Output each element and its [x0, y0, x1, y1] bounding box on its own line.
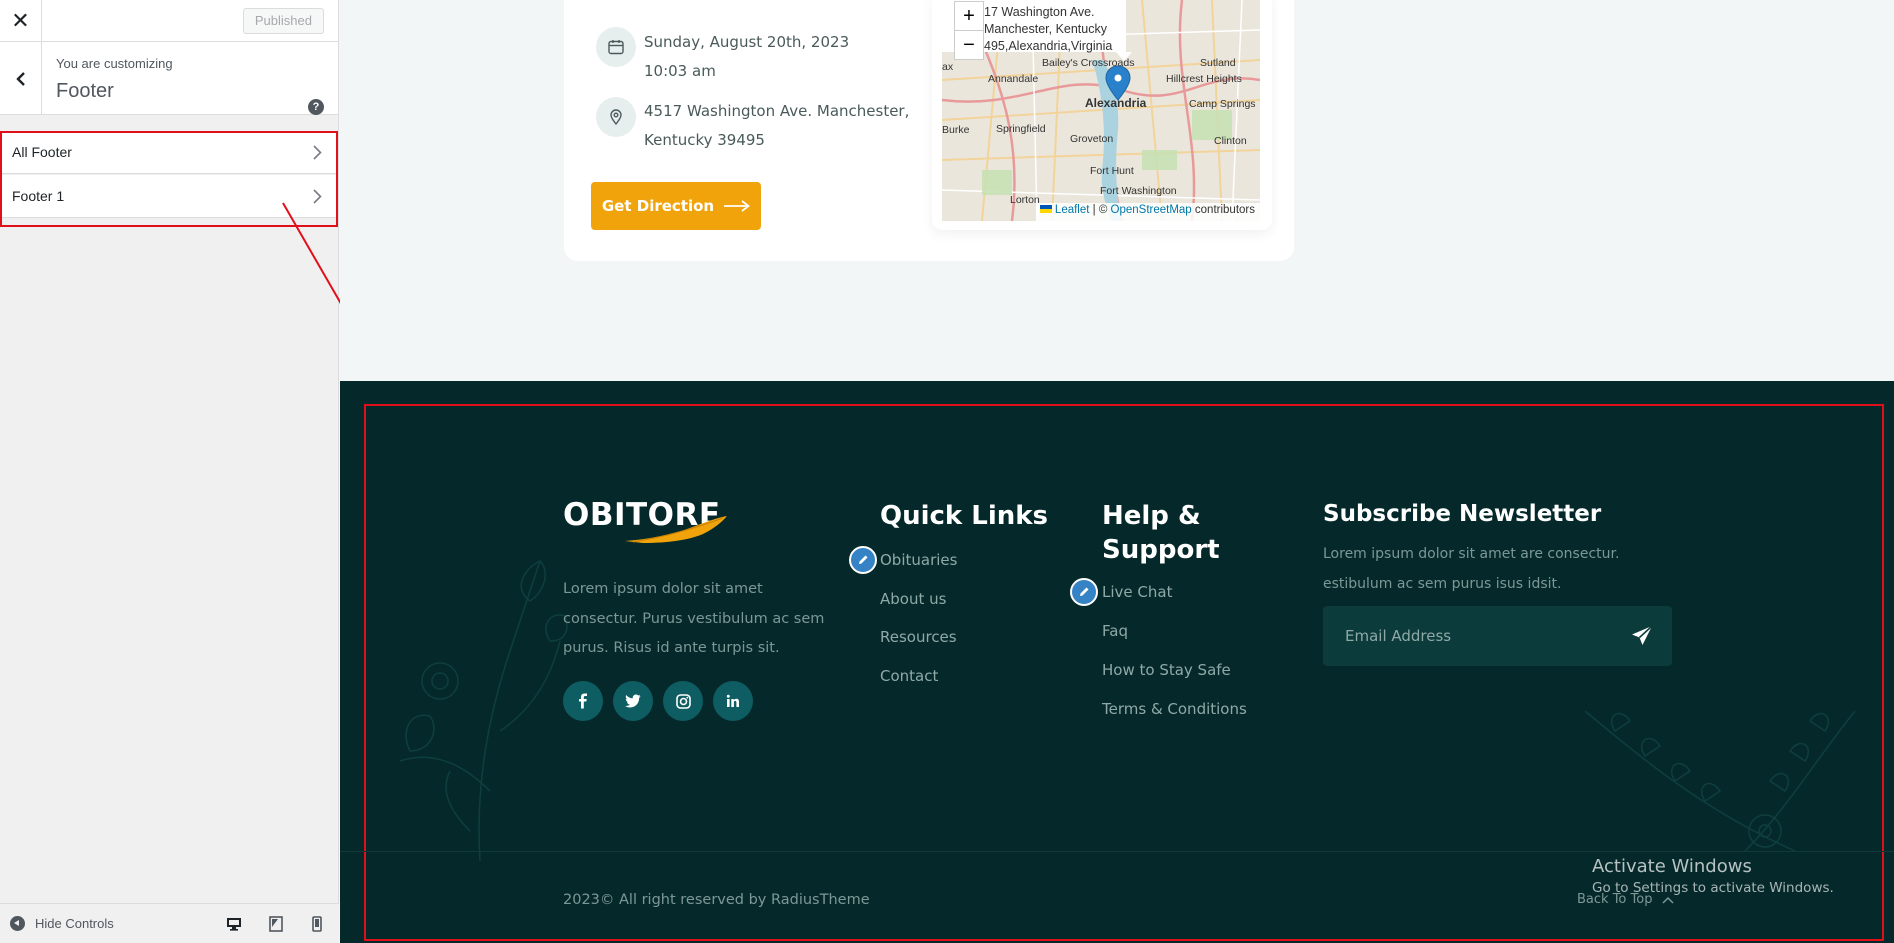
map-place-label: Burke	[942, 124, 970, 136]
map-place-label: Annandale	[988, 73, 1039, 85]
site-preview: Sunday, August 20th, 2023 10:03 am 4517 …	[340, 0, 1894, 943]
instagram-icon[interactable]	[663, 681, 703, 721]
send-icon[interactable]	[1630, 624, 1654, 653]
help-support-heading: Help & Support	[1102, 499, 1220, 567]
footer-about-line: purus. Risus id ante turpis sit.	[563, 640, 780, 656]
map-place-label: Alexandria	[1085, 96, 1147, 110]
map-place-label: Springfield	[996, 123, 1046, 135]
footer-link-resources[interactable]: Resources	[880, 628, 957, 646]
ukraine-flag-icon	[1039, 205, 1052, 213]
linkedin-icon[interactable]	[713, 681, 753, 721]
map-place-label: Hillcrest Heights	[1166, 73, 1242, 85]
event-address-line: 4517 Washington Ave. Manchester,	[644, 102, 910, 120]
edit-pencil-icon[interactable]	[1070, 578, 1098, 606]
map-place-label: Camp Springs	[1189, 98, 1256, 110]
footer-link-how-to-stay-safe[interactable]: How to Stay Safe	[1102, 661, 1231, 679]
arrow-right-icon	[724, 200, 751, 212]
email-input[interactable]	[1323, 606, 1613, 666]
newsletter-text: Lorem ipsum dolor sit amet are consectur…	[1323, 539, 1619, 599]
quick-links-heading: Quick Links	[880, 501, 1049, 531]
footer-link-obituaries[interactable]: Obituaries	[880, 551, 957, 569]
event-address-line: Kentucky 39495	[644, 131, 765, 149]
attribution-contributors: contributors	[1194, 204, 1255, 216]
feather-logo-icon	[625, 516, 727, 543]
map-place-label: Clinton	[1214, 135, 1247, 147]
footer-divider	[340, 851, 1894, 852]
footer-about-line: Lorem ipsum dolor sit amet	[563, 581, 763, 597]
get-direction-button[interactable]: Get Direction	[591, 182, 761, 230]
footer-link-about-us[interactable]: About us	[880, 590, 946, 608]
event-date: Sunday, August 20th, 2023 10:03 am	[644, 28, 849, 86]
map-popup-line: 17 Washington Ave. Manchester, Kentucky	[984, 5, 1107, 36]
watermark-subtitle: Go to Settings to activate Windows.	[1592, 880, 1834, 896]
event-address: 4517 Washington Ave. Manchester, Kentuck…	[644, 97, 909, 155]
openstreetmap-link[interactable]: OpenStreetMap	[1111, 204, 1192, 216]
attribution-separator: | ©	[1092, 204, 1108, 216]
copyright-text: 2023© All right reserved by RadiusTheme	[563, 892, 870, 908]
footer-link-faq[interactable]: Faq	[1102, 622, 1128, 640]
watermark-title: Activate Windows	[1592, 856, 1752, 877]
help-heading-line: Support	[1102, 535, 1220, 565]
map-place-label: Fort Hunt	[1090, 165, 1134, 177]
location-icon	[596, 97, 636, 137]
event-time-line: 10:03 am	[644, 62, 716, 80]
map-place-label: Fort Washington	[1100, 185, 1177, 197]
footer-link-live-chat[interactable]: Live Chat	[1102, 583, 1172, 601]
zoom-in-button[interactable]: +	[954, 1, 984, 31]
footer-about-text: Lorem ipsum dolor sit amet consectur. Pu…	[563, 575, 824, 664]
footer-logo[interactable]: OBITORE	[563, 497, 727, 543]
map-popup-line: 495,Alexandria,Virginia	[984, 39, 1113, 53]
twitter-icon[interactable]	[613, 681, 653, 721]
newsletter-text-line: Lorem ipsum dolor sit amet are consectur…	[1323, 546, 1620, 562]
map-card: Bailey's Crossroads Sutland Annandale Hi…	[932, 0, 1272, 230]
footer-link-terms-conditions[interactable]: Terms & Conditions	[1102, 700, 1247, 718]
newsletter-text-line: estibulum ac sem purus isus idsit.	[1323, 576, 1562, 592]
get-direction-label: Get Direction	[601, 197, 715, 215]
event-date-line: Sunday, August 20th, 2023	[644, 33, 850, 51]
calendar-icon	[596, 27, 636, 67]
map-place-label: ax	[942, 61, 954, 73]
chevron-up-icon	[1662, 896, 1674, 904]
facebook-icon[interactable]	[563, 681, 603, 721]
event-card: Sunday, August 20th, 2023 10:03 am 4517 …	[564, 0, 1294, 261]
newsletter-heading: Subscribe Newsletter	[1323, 501, 1602, 527]
footer-about-line: consectur. Purus vestibulum ac sem	[563, 610, 825, 627]
map-place-label: Sutland	[1200, 57, 1236, 69]
footer-link-contact[interactable]: Contact	[880, 667, 938, 685]
newsletter-form	[1323, 606, 1672, 666]
map[interactable]: Bailey's Crossroads Sutland Annandale Hi…	[942, 0, 1260, 221]
help-heading-line: Help &	[1102, 501, 1201, 531]
zoom-out-button[interactable]: −	[954, 30, 984, 60]
map-attribution: Leaflet | © OpenStreetMap contributors	[1035, 203, 1260, 221]
map-place-label: Groveton	[1070, 133, 1114, 145]
edit-pencil-icon[interactable]	[849, 546, 877, 574]
leaflet-link[interactable]: Leaflet	[1055, 204, 1090, 216]
windows-activation-watermark: Activate Windows Go to Settings to activ…	[1592, 856, 1834, 896]
